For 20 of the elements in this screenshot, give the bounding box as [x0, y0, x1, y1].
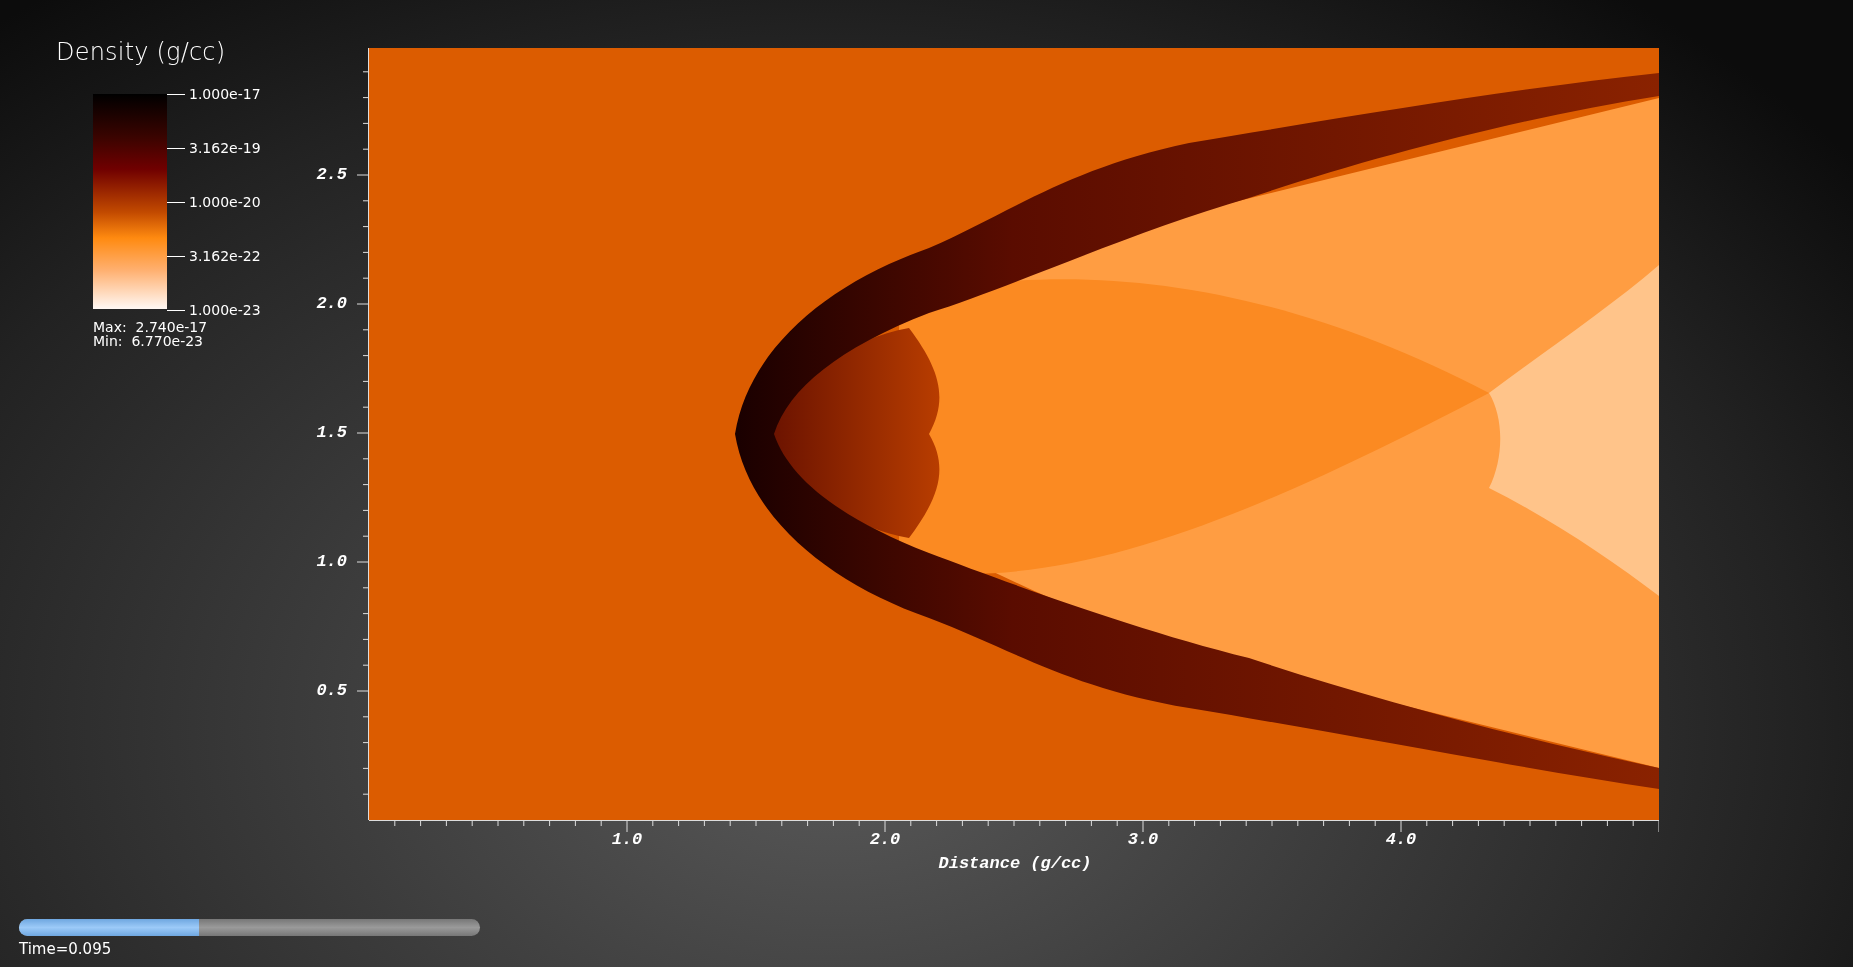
x-tick-label: 3.0	[1126, 830, 1160, 849]
legend-tick-label: 1.000e-20	[189, 194, 261, 210]
x-tick-label: 1.0	[610, 830, 644, 849]
x-tick-label: 4.0	[1384, 830, 1418, 849]
min-value: Min: 6.770e-23	[93, 334, 205, 348]
legend-tick-label: 3.162e-22	[189, 248, 261, 264]
max-value: Max: 2.740e-17	[93, 320, 209, 334]
y-tick-label: 1.5	[315, 423, 347, 442]
y-tick-label: 1.0	[315, 552, 347, 571]
y-tick-label: 2.5	[315, 165, 347, 184]
legend-tick-label: 1.000e-17	[189, 86, 261, 102]
time-label: Time=0.095	[19, 940, 113, 958]
legend-tick-label: 3.162e-19	[189, 140, 261, 156]
x-axis-title: Distance (g/cc)	[937, 854, 1093, 873]
time-slider[interactable]	[19, 919, 480, 936]
x-tick-label: 2.0	[868, 830, 902, 849]
y-tick-label: 0.5	[315, 681, 347, 700]
legend-title: Density (g/cc)	[56, 38, 227, 66]
y-tick-label: 2.0	[315, 294, 347, 313]
legend-tick-label: 1.000e-23	[189, 302, 261, 318]
